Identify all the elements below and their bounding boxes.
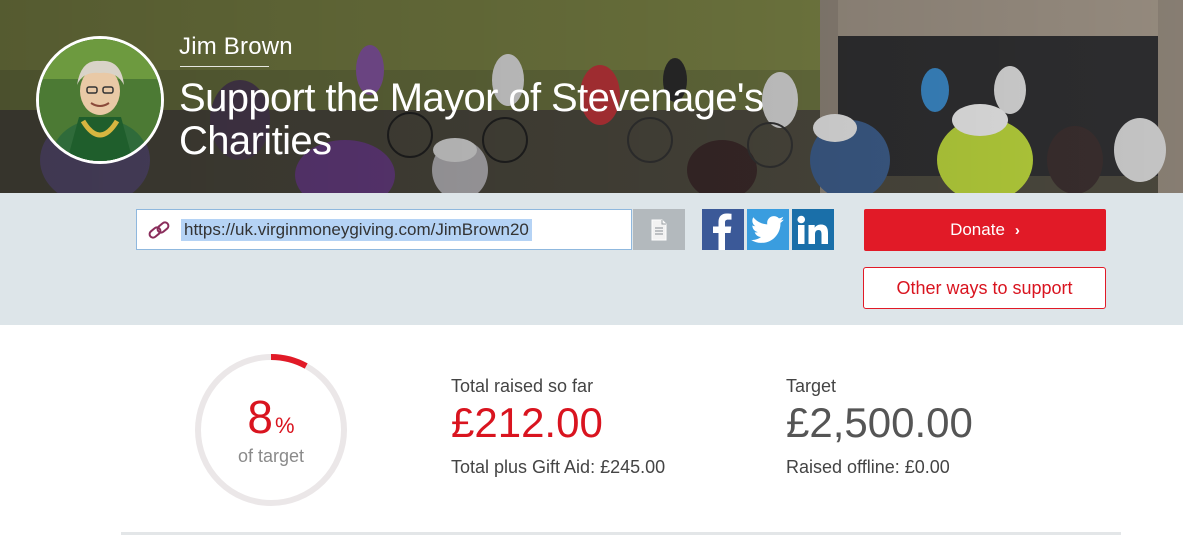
other-ways-to-support-button[interactable]: Other ways to support — [863, 267, 1106, 309]
target-label: Target — [786, 376, 837, 396]
total-raised-amount: £212.00 — [451, 399, 603, 446]
avatar — [36, 36, 164, 164]
donate-button-label: Donate — [950, 220, 1005, 239]
progress-percent: 8% — [193, 394, 349, 440]
share-bar: https://uk.virginmoneygiving.com/JimBrow… — [0, 193, 1183, 325]
total-raised-label: Total raised so far — [451, 376, 594, 396]
target-amount: £2,500.00 — [786, 399, 973, 446]
linkedin-share-button[interactable] — [792, 209, 834, 250]
chevron-right-icon: › — [1014, 222, 1020, 239]
facebook-icon — [713, 213, 732, 250]
name-underline — [180, 66, 269, 67]
raised-offline-amount: Raised offline: £0.00 — [786, 457, 950, 477]
page-url-text[interactable]: https://uk.virginmoneygiving.com/JimBrow… — [181, 219, 532, 241]
copy-document-icon — [651, 219, 667, 241]
donate-button[interactable]: Donate › — [864, 209, 1106, 251]
copy-url-button[interactable] — [633, 209, 685, 250]
section-divider — [121, 532, 1121, 535]
twitter-share-button[interactable] — [747, 209, 789, 250]
percent-sign: % — [275, 413, 295, 438]
twitter-icon — [751, 215, 785, 243]
hero-banner: Jim Brown Support the Mayor of Stevenage… — [0, 0, 1183, 193]
facebook-share-button[interactable] — [702, 209, 744, 250]
page-title: Support the Mayor of Stevenage's Chariti… — [179, 76, 764, 163]
of-target-label: of target — [237, 446, 305, 466]
progress-percent-value: 8 — [247, 391, 274, 443]
linkedin-icon — [797, 215, 828, 244]
page-url-field[interactable]: https://uk.virginmoneygiving.com/JimBrow… — [136, 209, 632, 250]
fundraiser-name: Jim Brown — [179, 33, 293, 60]
gift-aid-total: Total plus Gift Aid: £245.00 — [451, 457, 666, 477]
link-icon — [148, 221, 170, 239]
